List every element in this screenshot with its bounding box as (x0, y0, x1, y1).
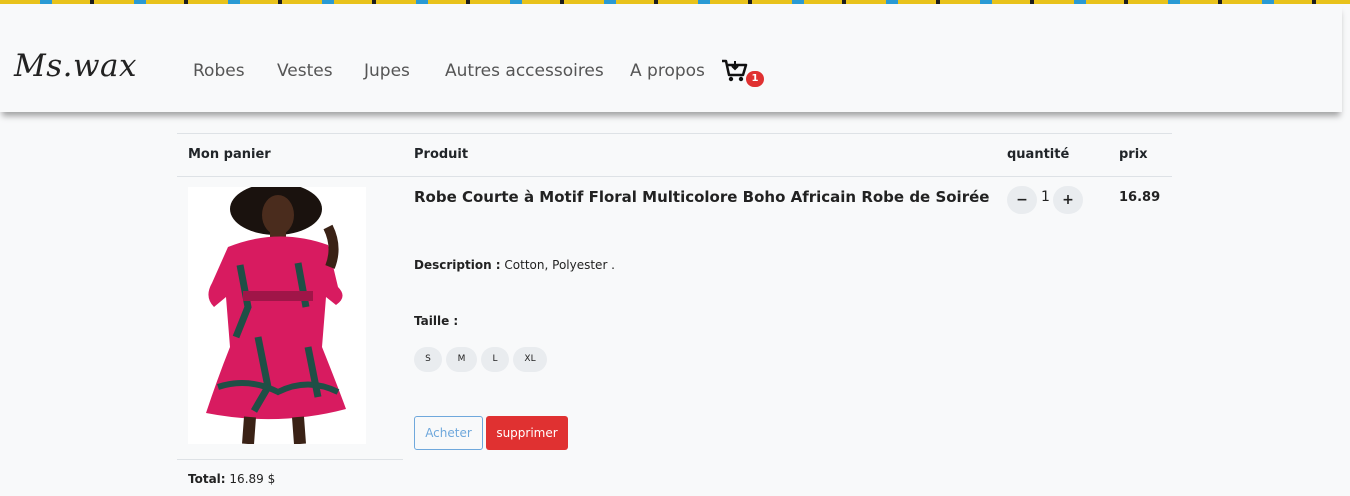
quantity-value: 1 (1041, 189, 1050, 205)
table-header-border (177, 176, 1172, 177)
header-quantite: quantité (1007, 147, 1070, 162)
cart-count-badge: 1 (746, 71, 764, 87)
buy-button[interactable]: Acheter (414, 416, 483, 450)
header-prix: prix (1119, 147, 1148, 162)
product-title[interactable]: Robe Courte à Motif Floral Multicolore B… (414, 188, 989, 206)
quantity-decrease-button[interactable]: − (1007, 186, 1037, 214)
nav-link-a-propos[interactable]: A propos (630, 61, 705, 81)
product-image (188, 187, 366, 444)
nav-link-vestes[interactable]: Vestes (277, 61, 333, 81)
size-button-l[interactable]: L (481, 347, 509, 372)
cart-button[interactable]: 1 (721, 59, 767, 87)
description-value: Cotton, Polyester . (504, 258, 615, 272)
navbar: Ms.wax Robes Vestes Jupes Autres accesso… (0, 4, 1342, 112)
remove-button[interactable]: supprimer (486, 416, 568, 450)
cart-icon (722, 59, 748, 82)
brand-logo[interactable]: Ms.wax (14, 48, 137, 84)
cart-total: Total: 16.89 $ (188, 472, 275, 486)
total-divider (177, 459, 403, 460)
size-button-s[interactable]: S (414, 347, 442, 372)
total-value: 16.89 $ (229, 472, 276, 486)
nav-link-robes[interactable]: Robes (193, 61, 245, 81)
size-button-m[interactable]: M (446, 347, 477, 372)
nav-link-jupes[interactable]: Jupes (364, 61, 410, 81)
quantity-increase-button[interactable]: + (1053, 186, 1083, 214)
size-label: Taille : (414, 314, 459, 328)
size-button-xl[interactable]: XL (513, 347, 547, 372)
total-label: Total: (188, 472, 226, 486)
header-produit: Produit (414, 147, 469, 162)
product-description: Description : Cotton, Polyester . (414, 258, 615, 272)
item-price: 16.89 (1119, 190, 1161, 205)
table-top-border (177, 133, 1172, 134)
nav-link-autres-accessoires[interactable]: Autres accessoires (445, 61, 604, 81)
description-label: Description : (414, 258, 501, 272)
header-mon-panier: Mon panier (188, 147, 271, 162)
